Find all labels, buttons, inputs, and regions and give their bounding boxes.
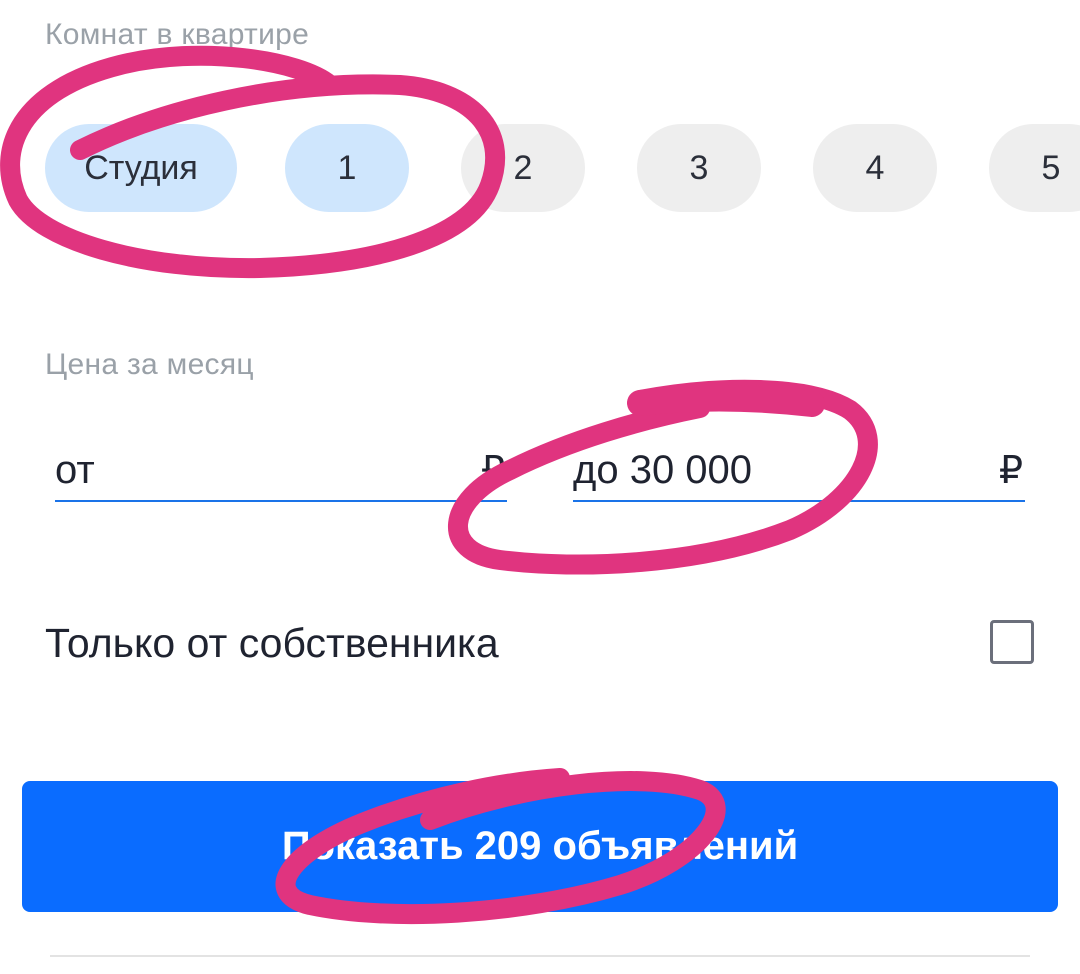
ruble-icon: ₽	[480, 449, 505, 492]
ruble-icon: ₽	[998, 449, 1023, 492]
rooms-section-label: Комнат в квартире	[45, 18, 310, 51]
filter-screen: Комнат в квартире Студия 1 2 3 4 5 Цена …	[0, 0, 1080, 974]
owner-only-checkbox[interactable]	[990, 620, 1034, 664]
show-results-button[interactable]: Показать 209 объявлений	[22, 781, 1058, 912]
price-to-value: до 30 000	[573, 447, 753, 492]
price-to-field[interactable]: до 30 000 ₽	[573, 440, 1025, 502]
annotation-scribble-price	[627, 385, 825, 417]
room-chip-4[interactable]: 4	[813, 124, 937, 212]
room-chip-2[interactable]: 2	[461, 124, 585, 212]
room-chip-5[interactable]: 5	[989, 124, 1080, 212]
owner-only-label: Только от собственника	[45, 620, 499, 666]
room-chip-3[interactable]: 3	[637, 124, 761, 212]
room-chip-1[interactable]: 1	[285, 124, 409, 212]
room-chip-studio[interactable]: Студия	[45, 124, 237, 212]
bottom-divider	[50, 955, 1030, 957]
price-from-value: от	[55, 447, 95, 492]
price-from-field[interactable]: от ₽	[55, 440, 507, 502]
price-section-label: Цена за месяц	[45, 348, 254, 381]
